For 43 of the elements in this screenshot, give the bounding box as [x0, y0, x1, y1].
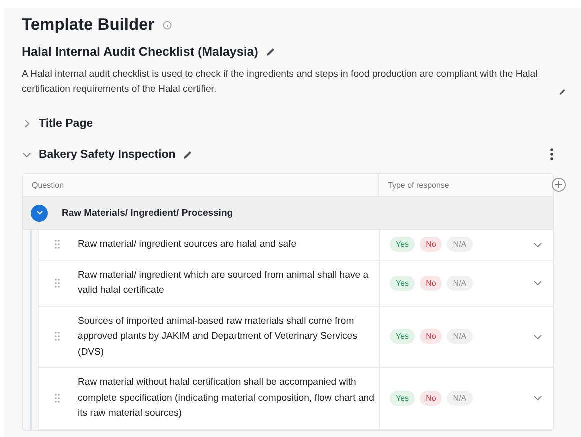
- response-chip: No: [420, 390, 442, 406]
- drag-handle-icon[interactable]: [55, 332, 60, 342]
- info-icon[interactable]: [162, 21, 172, 30]
- question-text: Sources of imported animal-based raw materials shall come from approved plants by JAKIM and Department of Veterinary Services (DVS): [78, 314, 358, 360]
- question-text: Raw material/ ingredient sources are halal and safe: [78, 238, 297, 252]
- response-chip: N/A: [447, 237, 473, 252]
- response-chip: N/A: [447, 329, 473, 344]
- template-title: Halal Internal Audit Checklist (Malaysia): [22, 45, 258, 59]
- drag-handle-icon[interactable]: [55, 394, 60, 403]
- response-chip: No: [420, 276, 442, 290]
- response-chip: Yes: [390, 390, 416, 406]
- question-text: Raw material/ ingredient which are sourced from animal shall have a valid halal certificate: [78, 268, 370, 298]
- question-row[interactable]: Raw material/ ingredient sources are halal and safe Yes No N/A: [38, 230, 553, 260]
- chevron-icon[interactable]: [22, 119, 32, 129]
- pencil-icon[interactable]: [558, 87, 566, 97]
- page-title: Template Builder: [22, 16, 155, 35]
- response-chip: N/A: [447, 276, 473, 290]
- template-description: A Halal internal audit checklist is used to check if the ingredients and steps in food production are compliant with the Halal certification requirements of the Halal certifier.: [22, 68, 539, 97]
- chevron-icon: [36, 209, 44, 217]
- pencil-icon[interactable]: [182, 150, 193, 160]
- response-chip: N/A: [447, 390, 473, 406]
- more-icon[interactable]: [550, 148, 554, 161]
- section-title[interactable]: Title Page: [39, 118, 94, 130]
- pencil-icon[interactable]: [266, 47, 276, 57]
- response-chip: No: [420, 329, 442, 344]
- question-row[interactable]: Raw material without halal certification shall be accompanied with complete specification (indicating material composition, flow chart and its raw material sources) Yes No N/A: [38, 368, 553, 430]
- response-chip: Yes: [390, 276, 416, 290]
- chevron-icon[interactable]: [533, 278, 543, 288]
- add-button[interactable]: [552, 178, 566, 192]
- drag-handle-icon[interactable]: [55, 240, 60, 250]
- collapse-toggle[interactable]: [31, 204, 48, 222]
- response-chip: No: [420, 237, 442, 252]
- question-text: Raw material without halal certification shall be accompanied with complete specification (indicating material composition, flow chart and its raw material sources): [78, 376, 376, 421]
- question-row[interactable]: Sources of imported animal-based raw materials shall come from approved plants by JAKIM and Department of Veterinary Services (DVS) Yes No N/A: [38, 306, 553, 368]
- section-title[interactable]: Bakery Safety Inspection: [39, 148, 176, 160]
- question-row[interactable]: Raw material/ ingredient which are sourced from animal shall have a valid halal certificate Yes No N/A: [38, 260, 553, 306]
- response-chip: Yes: [390, 329, 416, 344]
- chevron-icon[interactable]: [533, 393, 543, 404]
- plus-icon: [555, 181, 563, 189]
- group-title: Raw Materials/ Ingredient/ Processing: [62, 208, 234, 218]
- response-chip: Yes: [390, 237, 416, 252]
- drag-handle-icon[interactable]: [55, 278, 60, 288]
- column-header: Question: [31, 180, 66, 192]
